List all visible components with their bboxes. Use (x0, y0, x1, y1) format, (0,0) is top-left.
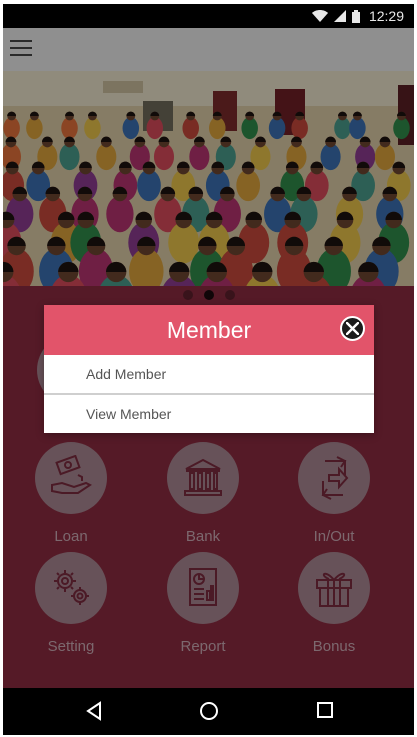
recents-icon[interactable] (316, 701, 334, 719)
back-icon[interactable] (85, 701, 103, 721)
phone-screen: Loan Bank In/Out Setting Report Bonus 12… (3, 4, 414, 735)
status-time: 12:29 (368, 8, 404, 24)
battery-icon (352, 9, 360, 23)
dialog-header: Member (44, 305, 374, 355)
signal-icon (334, 10, 346, 22)
view-member-button[interactable]: View Member (44, 395, 374, 433)
status-bar: 12:29 (3, 4, 414, 28)
dialog-title: Member (166, 317, 252, 343)
hamburger-menu-icon[interactable] (10, 40, 34, 60)
home-icon[interactable] (199, 701, 219, 721)
member-dialog: Member Add Member View Member (44, 305, 374, 433)
close-icon[interactable] (340, 316, 365, 341)
navigation-bar (3, 688, 414, 735)
app-bar (3, 28, 414, 71)
wifi-icon (312, 10, 328, 22)
dialog-item-label: View Member (86, 406, 172, 422)
add-member-button[interactable]: Add Member (44, 355, 374, 393)
dialog-item-label: Add Member (86, 366, 167, 382)
status-icons (312, 9, 360, 23)
